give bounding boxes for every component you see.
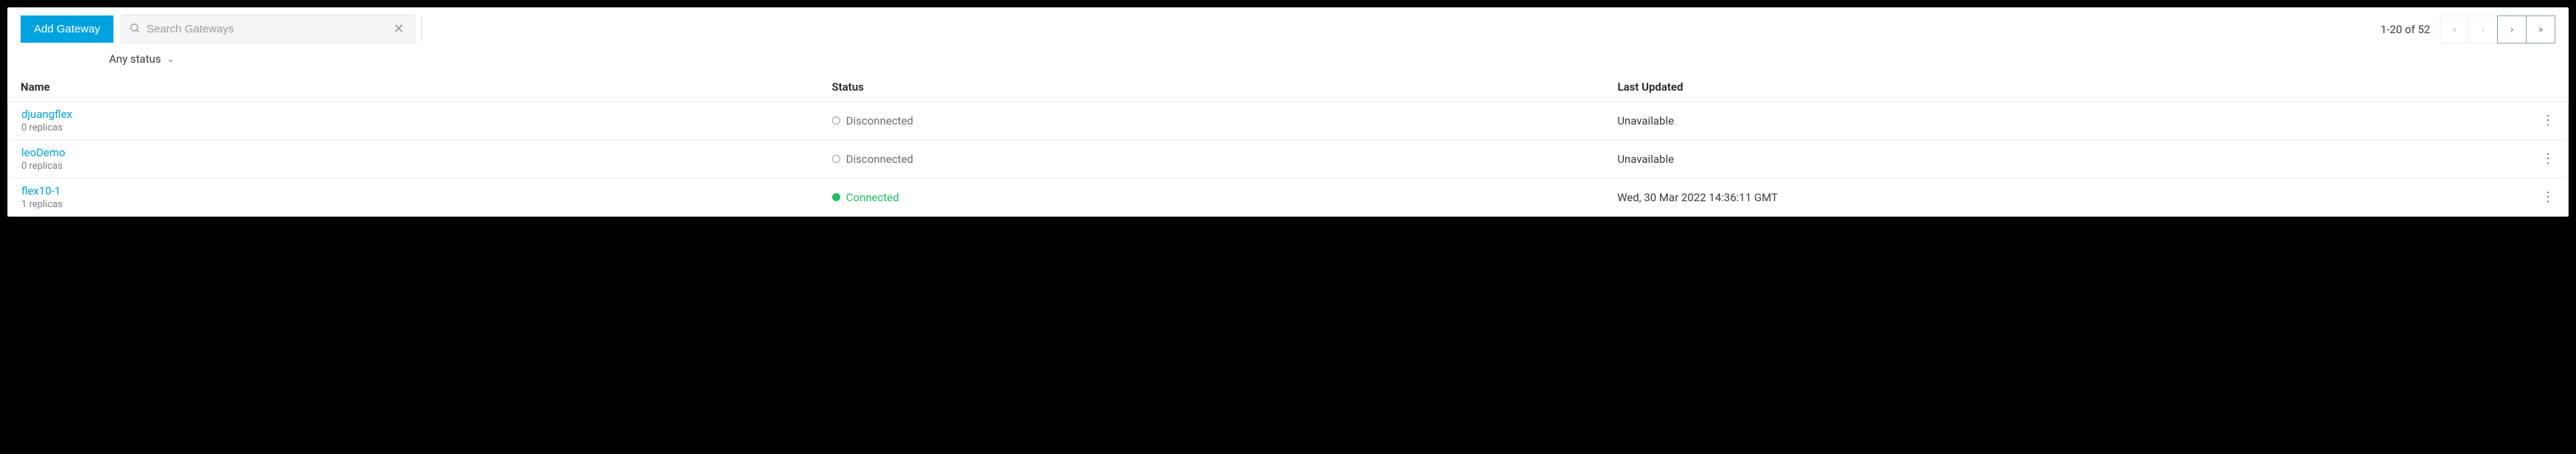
status-text: Disconnected — [846, 153, 913, 166]
table-row: djuangflex0 replicas Disconnected Unavaila… — [8, 102, 2568, 140]
gateway-name-link[interactable]: flex10-1 — [21, 184, 60, 198]
replicas-label: 0 replicas — [21, 122, 832, 133]
search-field-wrapper: ✕ — [121, 15, 415, 43]
column-header-actions — [2526, 80, 2555, 94]
cell-updated: Wed, 30 Mar 2022 14:36:11 GMT — [1617, 191, 2525, 204]
gateway-name-link[interactable]: leoDemo — [21, 146, 66, 159]
toolbar: Add Gateway ✕ 1-20 of 52 « ‹ › » — [7, 7, 2569, 48]
column-header-status[interactable]: Status — [831, 80, 1617, 94]
status-filter-label: Any status — [109, 52, 161, 66]
cell-actions: ⋮ — [2525, 114, 2555, 128]
status-text: Disconnected — [846, 114, 913, 128]
status-dot-disconnected-icon — [832, 116, 840, 125]
clear-search-icon[interactable]: ✕ — [390, 23, 407, 36]
table-body: djuangflex0 replicasDisconnectedUnavaila… — [7, 102, 2569, 217]
page-buttons: « ‹ › » — [2440, 15, 2555, 43]
gateways-panel: Add Gateway ✕ 1-20 of 52 « ‹ › » Any sta… — [7, 7, 2569, 217]
row-menu-icon[interactable]: ⋮ — [2525, 153, 2555, 166]
cell-status: Connected — [832, 191, 1617, 204]
replicas-label: 1 replicas — [21, 199, 832, 210]
cell-name: flex10-11 replicas — [21, 184, 832, 210]
pagination: 1-20 of 52 « ‹ › » — [2380, 15, 2555, 43]
chevron-down-icon: ⌄ — [167, 54, 175, 64]
cell-updated: Unavailable — [1617, 153, 2525, 166]
page-prev-button[interactable]: ‹ — [2468, 15, 2498, 43]
page-next-button[interactable]: › — [2497, 15, 2527, 43]
status-text: Connected — [846, 191, 899, 204]
table-header: Name Status Last Updated — [7, 74, 2569, 102]
gateways-table: Name Status Last Updated djuangflex0 rep… — [7, 74, 2569, 217]
table-row: leoDemo 0 replicas Disconnected Unavailable… — [8, 140, 2568, 178]
status-dot-disconnected-icon — [832, 155, 840, 163]
status-dot-connected-icon — [832, 193, 840, 201]
page-range-label: 1-20 of 52 — [2380, 23, 2430, 36]
column-header-name[interactable]: Name — [21, 80, 831, 94]
cell-actions: ⋮ — [2525, 191, 2555, 204]
divider — [421, 18, 422, 41]
table-row: flex10-11 replicas Connected Wed, 30 Mar 2… — [8, 178, 2568, 216]
row-menu-icon[interactable]: ⋮ — [2525, 114, 2555, 128]
row-menu-icon[interactable]: ⋮ — [2525, 191, 2555, 204]
cell-status: Disconnected — [832, 114, 1617, 128]
cell-actions: ⋮ — [2525, 153, 2555, 166]
filter-row: Any status ⌄ — [7, 48, 2569, 74]
replicas-label: 0 replicas — [21, 161, 832, 172]
page-first-button[interactable]: « — [2440, 15, 2469, 43]
cell-status: Disconnected — [832, 153, 1617, 166]
page-last-button[interactable]: » — [2526, 15, 2555, 43]
add-gateway-button[interactable]: Add Gateway — [21, 15, 113, 43]
gateway-name-link[interactable]: djuangflex — [21, 108, 72, 121]
cell-updated: Unavailable — [1617, 114, 2525, 128]
column-header-updated[interactable]: Last Updated — [1617, 80, 2526, 94]
status-filter-select[interactable]: Any status ⌄ — [105, 49, 179, 69]
search-icon — [129, 22, 141, 37]
cell-name: djuangflex0 replicas — [21, 108, 832, 133]
search-input[interactable] — [141, 20, 390, 38]
cell-name: leoDemo 0 replicas — [21, 146, 832, 172]
